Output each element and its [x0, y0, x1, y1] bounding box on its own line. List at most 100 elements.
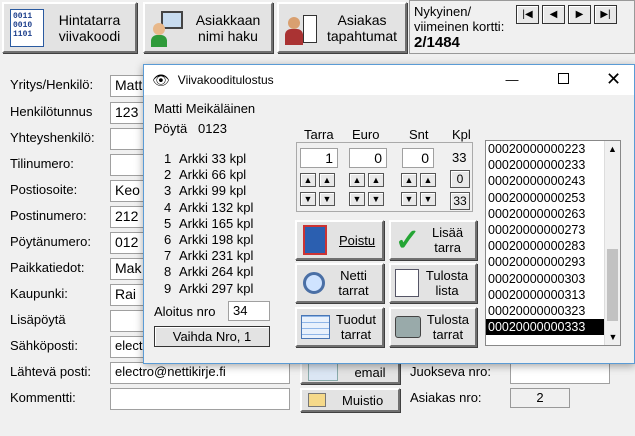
sheet-item: 4 Arkki 132 kpl [164, 200, 253, 216]
table-grid-icon [301, 315, 330, 339]
first-record-button[interactable]: |◀ [516, 5, 539, 24]
scroll-thumb[interactable] [607, 249, 618, 321]
barcode-item[interactable]: 00020000000303 [486, 271, 604, 287]
comment-label: Kommentti: [10, 390, 76, 405]
euro-down-fast-button[interactable]: ▼ [368, 192, 384, 206]
sender-email-label: Lähtevä posti: [10, 364, 91, 379]
notes-button[interactable]: Muistio [300, 388, 400, 412]
barcode-list[interactable]: 00020000000223 00020000000233 0002000000… [485, 140, 621, 346]
barcode-tag-label: Hintatarra viivakoodi [58, 11, 121, 44]
euro-up-fast-button[interactable]: ▲ [368, 173, 384, 187]
minimize-button[interactable]: — [505, 72, 519, 87]
customer-name-search-label: Asiakkaan nimi haku [195, 11, 261, 44]
sheet-label: Arkki 33 kpl [179, 151, 247, 166]
barcode-item[interactable]: 00020000000283 [486, 238, 604, 254]
maximize-button[interactable] [558, 73, 569, 84]
barcode-binary-icon: 0011 0010 1101 [10, 8, 44, 47]
barcode-item[interactable]: 00020000000313 [486, 287, 604, 303]
snt-up-fast-button[interactable]: ▲ [420, 173, 436, 187]
card-counter: 2/1484 [414, 34, 460, 51]
serial-label: Juokseva nro: [410, 364, 491, 379]
scroll-up-icon[interactable]: ▲ [605, 141, 620, 157]
dialog-customer-name: Matti Meikäläinen [154, 101, 256, 116]
sender-email-field[interactable]: electro@nettikirje.fi [110, 362, 290, 384]
exit-button[interactable]: Poistu [295, 220, 384, 260]
barcode-item[interactable]: 00020000000263 [486, 206, 604, 222]
tarra-up-fast-button[interactable]: ▲ [319, 173, 335, 187]
check-icon: ✓ [395, 223, 421, 257]
sheet-item: 2 Arkki 66 kpl [164, 167, 253, 183]
card-navigator: Nykyinen/ viimeinen kortti: 2/1484 |◀ ◀ … [409, 0, 635, 54]
barcode-item[interactable]: 00020000000253 [486, 190, 604, 206]
tarra-field[interactable]: 1 [300, 148, 338, 168]
scroll-down-icon[interactable]: ▼ [605, 329, 621, 345]
print-tags-label: Tulosta tarrat [426, 312, 469, 342]
kpl-full-button[interactable]: 33 [450, 192, 470, 210]
up-arrow-icon: ▲ [371, 175, 381, 185]
customer-name-search-button[interactable]: Asiakkaan nimi haku [143, 2, 273, 53]
sheet-label: Arkki 132 kpl [179, 199, 254, 215]
sheet-label: Arkki 297 kpl [179, 280, 254, 296]
start-number-field[interactable]: 34 [228, 301, 270, 321]
barcode-item[interactable]: 00020000000243 [486, 173, 604, 189]
card-label: Nykyinen/ viimeinen kortti: [414, 4, 505, 34]
sheet-label: Arkki 165 kpl [179, 215, 254, 231]
location-label: Paikkatiedot: [10, 260, 85, 275]
sheet-number: 4 [164, 199, 172, 215]
barcode-item[interactable]: 00020000000293 [486, 254, 604, 270]
euro-field[interactable]: 0 [349, 148, 387, 168]
sheet-label: Arkki 198 kpl [179, 231, 254, 247]
sheet-number: 8 [164, 264, 172, 280]
barcode-item[interactable]: 00020000000323 [486, 303, 604, 319]
sheet-item: 7 Arkki 231 kpl [164, 248, 253, 264]
tarra-up-button[interactable]: ▲ [300, 173, 316, 187]
dialog-table-value: 0123 [198, 121, 227, 136]
euro-down-button[interactable]: ▼ [349, 192, 365, 206]
add-tag-label: Lisää tarra [432, 225, 464, 255]
print-list-label: Tulosta lista [425, 268, 469, 298]
change-number-button[interactable]: Vaihda Nro, 1 [154, 326, 270, 347]
printer-icon [395, 316, 421, 338]
last-record-button[interactable]: ▶| [594, 5, 617, 24]
kpl-header: Kpl [452, 127, 471, 142]
snt-field[interactable]: 0 [402, 148, 434, 168]
sheet-number: 1 [164, 151, 172, 166]
barcode-tag-button[interactable]: 0011 0010 1101 Hintatarra viivakoodi [2, 2, 137, 53]
comment-field[interactable] [110, 388, 290, 410]
eye-icon: 👁 [152, 71, 170, 88]
customer-events-button[interactable]: Asiakas tapahtumat [277, 2, 407, 53]
barcode-item[interactable]: 00020000000223 [486, 141, 604, 157]
tarra-down-fast-button[interactable]: ▼ [319, 192, 335, 206]
tarra-down-button[interactable]: ▼ [300, 192, 316, 206]
email-label: Sähköposti: [10, 338, 78, 353]
next-record-button[interactable]: ▶ [568, 5, 591, 24]
company-label: Yritys/Henkilö: [10, 77, 94, 92]
print-list-button[interactable]: Tulosta lista [389, 263, 477, 303]
list-scrollbar[interactable]: ▲ ▼ [604, 141, 620, 345]
door-exit-icon [303, 225, 327, 255]
imported-tags-button[interactable]: Tuodut tarrat [295, 307, 384, 347]
down-arrow-icon: ▼ [352, 194, 362, 204]
previous-record-button[interactable]: ◀ [542, 5, 565, 24]
barcode-item[interactable]: 00020000000233 [486, 157, 604, 173]
snt-down-button[interactable]: ▼ [401, 192, 417, 206]
sheet-label: Arkki 264 kpl [179, 264, 254, 280]
serial-field[interactable] [510, 362, 610, 384]
net-tags-button[interactable]: Netti tarrat [295, 263, 384, 303]
contact-label: Yhteyshenkilö: [10, 130, 95, 145]
kpl-zero-button[interactable]: 0 [450, 170, 470, 188]
first-icon: |◀ [522, 9, 533, 20]
up-arrow-icon: ▲ [423, 175, 433, 185]
add-tag-button[interactable]: ✓ Lisää tarra [389, 220, 477, 260]
barcode-item[interactable]: 00020000000273 [486, 222, 604, 238]
close-button[interactable]: ✕ [606, 69, 621, 90]
snt-up-button[interactable]: ▲ [401, 173, 417, 187]
up-arrow-icon: ▲ [322, 175, 332, 185]
customer-no-value: 2 [510, 388, 570, 408]
print-tags-button[interactable]: Tulosta tarrat [389, 307, 477, 347]
euro-up-button[interactable]: ▲ [349, 173, 365, 187]
barcode-item-selected[interactable]: 00020000000333 [486, 319, 604, 336]
snt-down-fast-button[interactable]: ▼ [420, 192, 436, 206]
barcode-list-rows: 00020000000223 00020000000233 0002000000… [486, 141, 604, 345]
sheet-item: 3 Arkki 99 kpl [164, 183, 253, 199]
